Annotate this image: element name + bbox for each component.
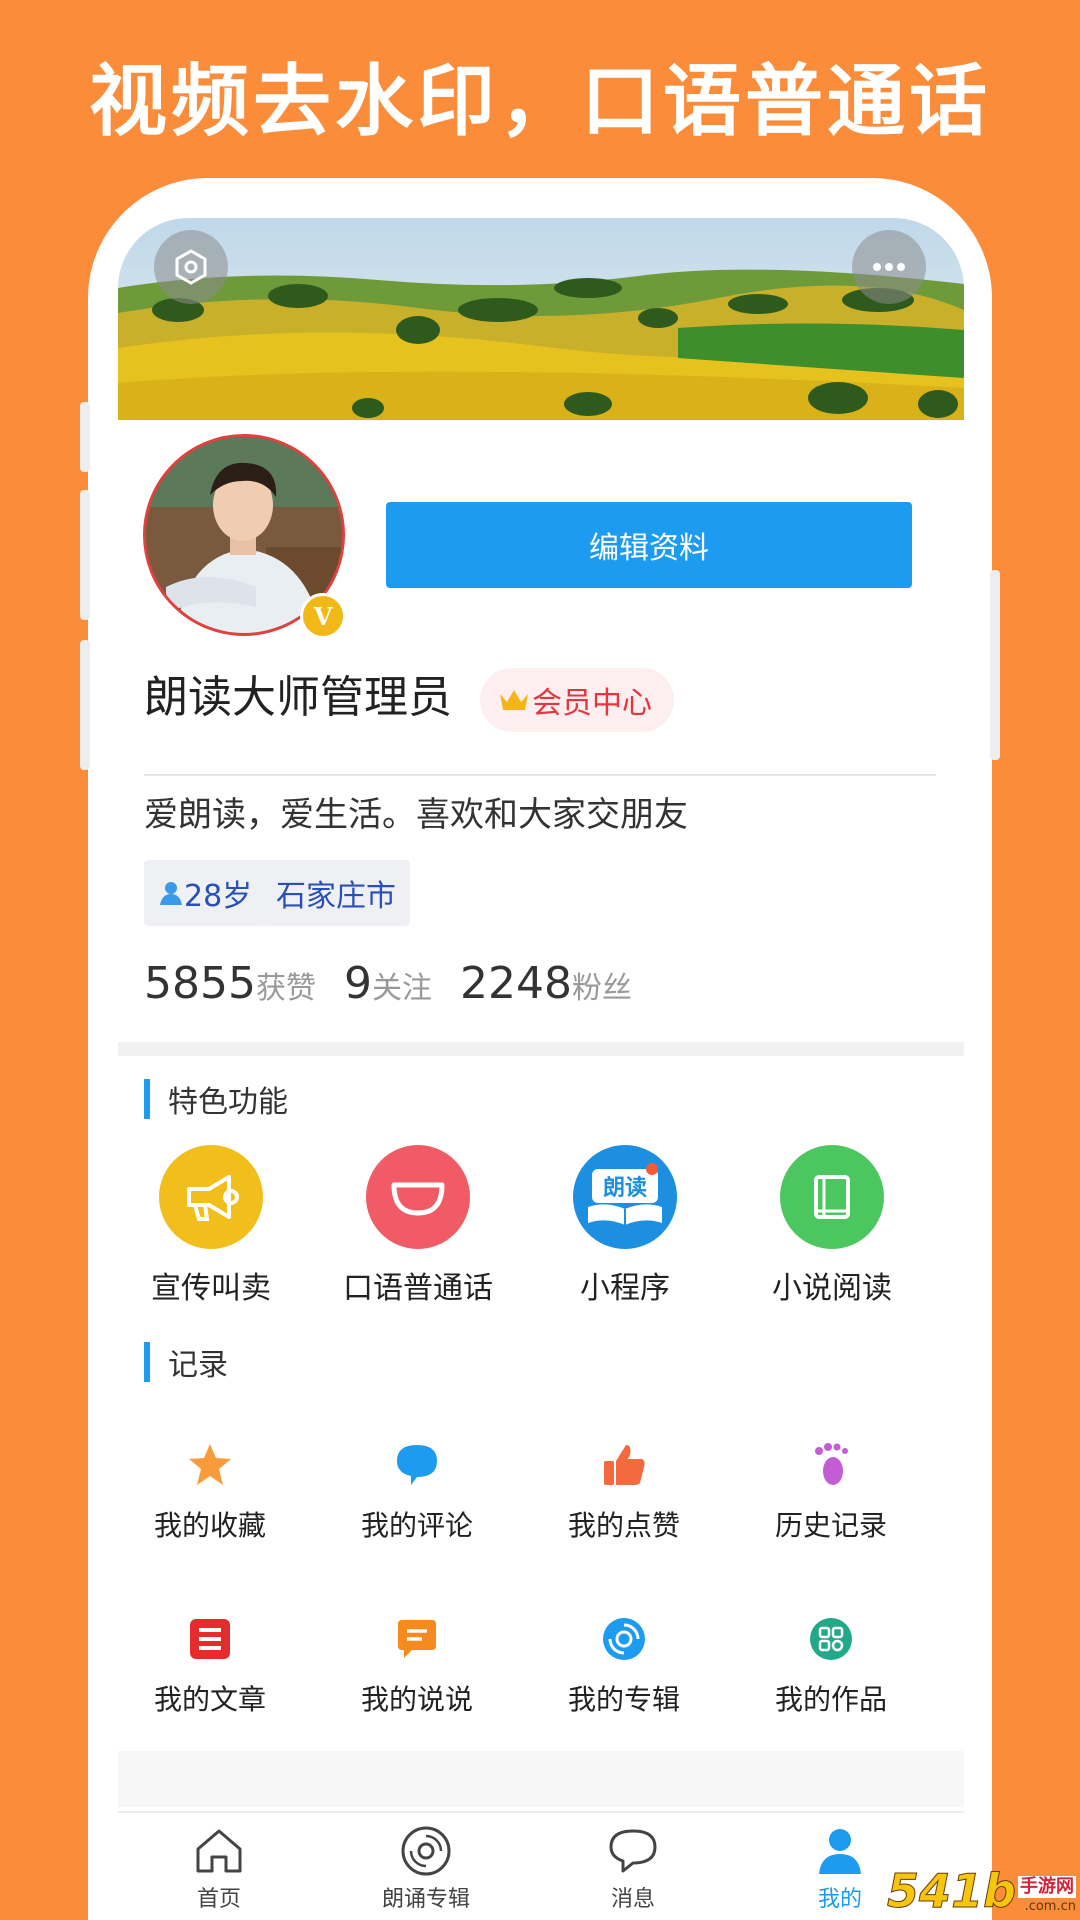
record-label: 我的评论 bbox=[360, 1509, 473, 1542]
watermark-text: 手游网 bbox=[1018, 1876, 1076, 1898]
phone-side-button bbox=[80, 640, 90, 770]
promo-headline: 视频去水印，口语普通话 bbox=[88, 56, 991, 147]
feature-promo[interactable]: 宣传叫卖 bbox=[131, 1145, 291, 1307]
age-label: 28岁 bbox=[184, 879, 253, 914]
book-icon bbox=[780, 1145, 884, 1249]
record-posts[interactable]: 我的说说 bbox=[332, 1612, 502, 1718]
megaphone-icon bbox=[159, 1145, 263, 1249]
record-works[interactable]: 我的作品 bbox=[746, 1612, 916, 1718]
app-screen: V 编辑资料 朗读大师管理员 会员中心 爱朗读，爱生活。喜欢和大家交朋友 28岁… bbox=[118, 218, 964, 1920]
record-articles[interactable]: 我的文章 bbox=[125, 1612, 295, 1718]
following-label[interactable]: 关注 bbox=[372, 963, 432, 1007]
record-label: 我的收藏 bbox=[153, 1509, 266, 1542]
fans-count: 2248 bbox=[459, 958, 572, 1009]
record-label: 我的说说 bbox=[360, 1683, 473, 1716]
phone-side-button bbox=[80, 402, 90, 472]
feature-miniprogram[interactable]: 朗读 小程序 bbox=[545, 1145, 705, 1307]
reading-book-icon: 朗读 bbox=[573, 1145, 677, 1249]
settings-button[interactable] bbox=[154, 230, 228, 304]
record-label: 我的文章 bbox=[153, 1683, 266, 1716]
record-comments[interactable]: 我的评论 bbox=[332, 1438, 502, 1544]
mouth-icon bbox=[366, 1145, 470, 1249]
watermark-number: 54 bbox=[887, 1864, 952, 1918]
message-icon bbox=[548, 1823, 718, 1879]
content-footer bbox=[118, 1751, 964, 1807]
more-button[interactable] bbox=[852, 230, 926, 304]
feature-mandarin[interactable]: 口语普通话 bbox=[338, 1145, 498, 1307]
comment-icon bbox=[390, 1438, 444, 1492]
record-favorites[interactable]: 我的收藏 bbox=[125, 1438, 295, 1544]
watermark-glyph: 1b bbox=[951, 1864, 1017, 1918]
watermark-domain: .com.cn bbox=[1024, 1899, 1076, 1914]
feature-novel[interactable]: 小说阅读 bbox=[752, 1145, 912, 1307]
record-albums[interactable]: 我的专辑 bbox=[539, 1612, 709, 1718]
bottom-tab-bar: 首页 朗诵专辑 消息 我的 bbox=[118, 1811, 964, 1920]
vinyl-icon bbox=[341, 1823, 511, 1879]
record-likes[interactable]: 我的点赞 bbox=[539, 1438, 709, 1544]
records-title: 记录 bbox=[144, 1342, 228, 1383]
star-icon bbox=[183, 1438, 237, 1492]
home-icon bbox=[134, 1823, 304, 1879]
tab-label: 消息 bbox=[610, 1887, 655, 1912]
profile-banner bbox=[118, 218, 964, 420]
stats-row: 5855 获赞 9 关注 2248 粉丝 bbox=[144, 958, 660, 1018]
record-label: 历史记录 bbox=[774, 1509, 887, 1542]
vip-center-label: 会员中心 bbox=[532, 686, 652, 721]
tab-label: 首页 bbox=[196, 1887, 241, 1912]
city-tag: 石家庄市 bbox=[262, 860, 410, 926]
feature-label: 小程序 bbox=[580, 1271, 670, 1306]
record-label: 我的点赞 bbox=[567, 1509, 680, 1542]
apps-icon bbox=[804, 1612, 858, 1666]
chat-icon bbox=[390, 1612, 444, 1666]
record-history[interactable]: 历史记录 bbox=[746, 1438, 916, 1544]
features-title: 特色功能 bbox=[144, 1079, 288, 1120]
phone-side-button bbox=[990, 570, 1000, 760]
feature-label: 小说阅读 bbox=[772, 1271, 892, 1306]
reading-book-text: 朗读 bbox=[603, 1176, 647, 1201]
divider bbox=[144, 774, 936, 776]
settings-hexagon-icon bbox=[175, 249, 207, 285]
vip-center-badge[interactable]: 会员中心 bbox=[480, 668, 674, 732]
disc-icon bbox=[597, 1612, 651, 1666]
edit-profile-button[interactable]: 编辑资料 bbox=[386, 502, 912, 588]
following-count: 9 bbox=[343, 958, 372, 1009]
user-icon bbox=[160, 882, 182, 905]
age-tag: 28岁 bbox=[144, 860, 267, 926]
likes-count: 5855 bbox=[144, 958, 256, 1009]
section-gap bbox=[118, 1042, 964, 1056]
record-label: 我的作品 bbox=[774, 1683, 887, 1716]
tab-label: 朗诵专辑 bbox=[381, 1887, 470, 1912]
thumbs-up-icon bbox=[597, 1438, 651, 1492]
footprint-icon bbox=[804, 1438, 858, 1492]
bio: 爱朗读，爱生活。喜欢和大家交朋友 bbox=[144, 795, 688, 835]
username: 朗读大师管理员 bbox=[144, 672, 452, 723]
crown-icon bbox=[500, 690, 528, 710]
record-label: 我的专辑 bbox=[567, 1683, 680, 1716]
fans-label[interactable]: 粉丝 bbox=[572, 963, 632, 1007]
feature-label: 口语普通话 bbox=[343, 1271, 493, 1306]
tab-home[interactable]: 首页 bbox=[134, 1823, 304, 1913]
article-icon bbox=[183, 1612, 237, 1666]
likes-label[interactable]: 获赞 bbox=[256, 963, 316, 1007]
more-dots-icon bbox=[873, 263, 905, 271]
verified-badge: V bbox=[300, 593, 346, 639]
tab-albums[interactable]: 朗诵专辑 bbox=[341, 1823, 511, 1913]
tab-messages[interactable]: 消息 bbox=[548, 1823, 718, 1913]
site-watermark: 54 1b 手游网 .com.cn bbox=[887, 1864, 1076, 1918]
feature-label: 宣传叫卖 bbox=[151, 1271, 271, 1306]
phone-side-button bbox=[80, 490, 90, 620]
